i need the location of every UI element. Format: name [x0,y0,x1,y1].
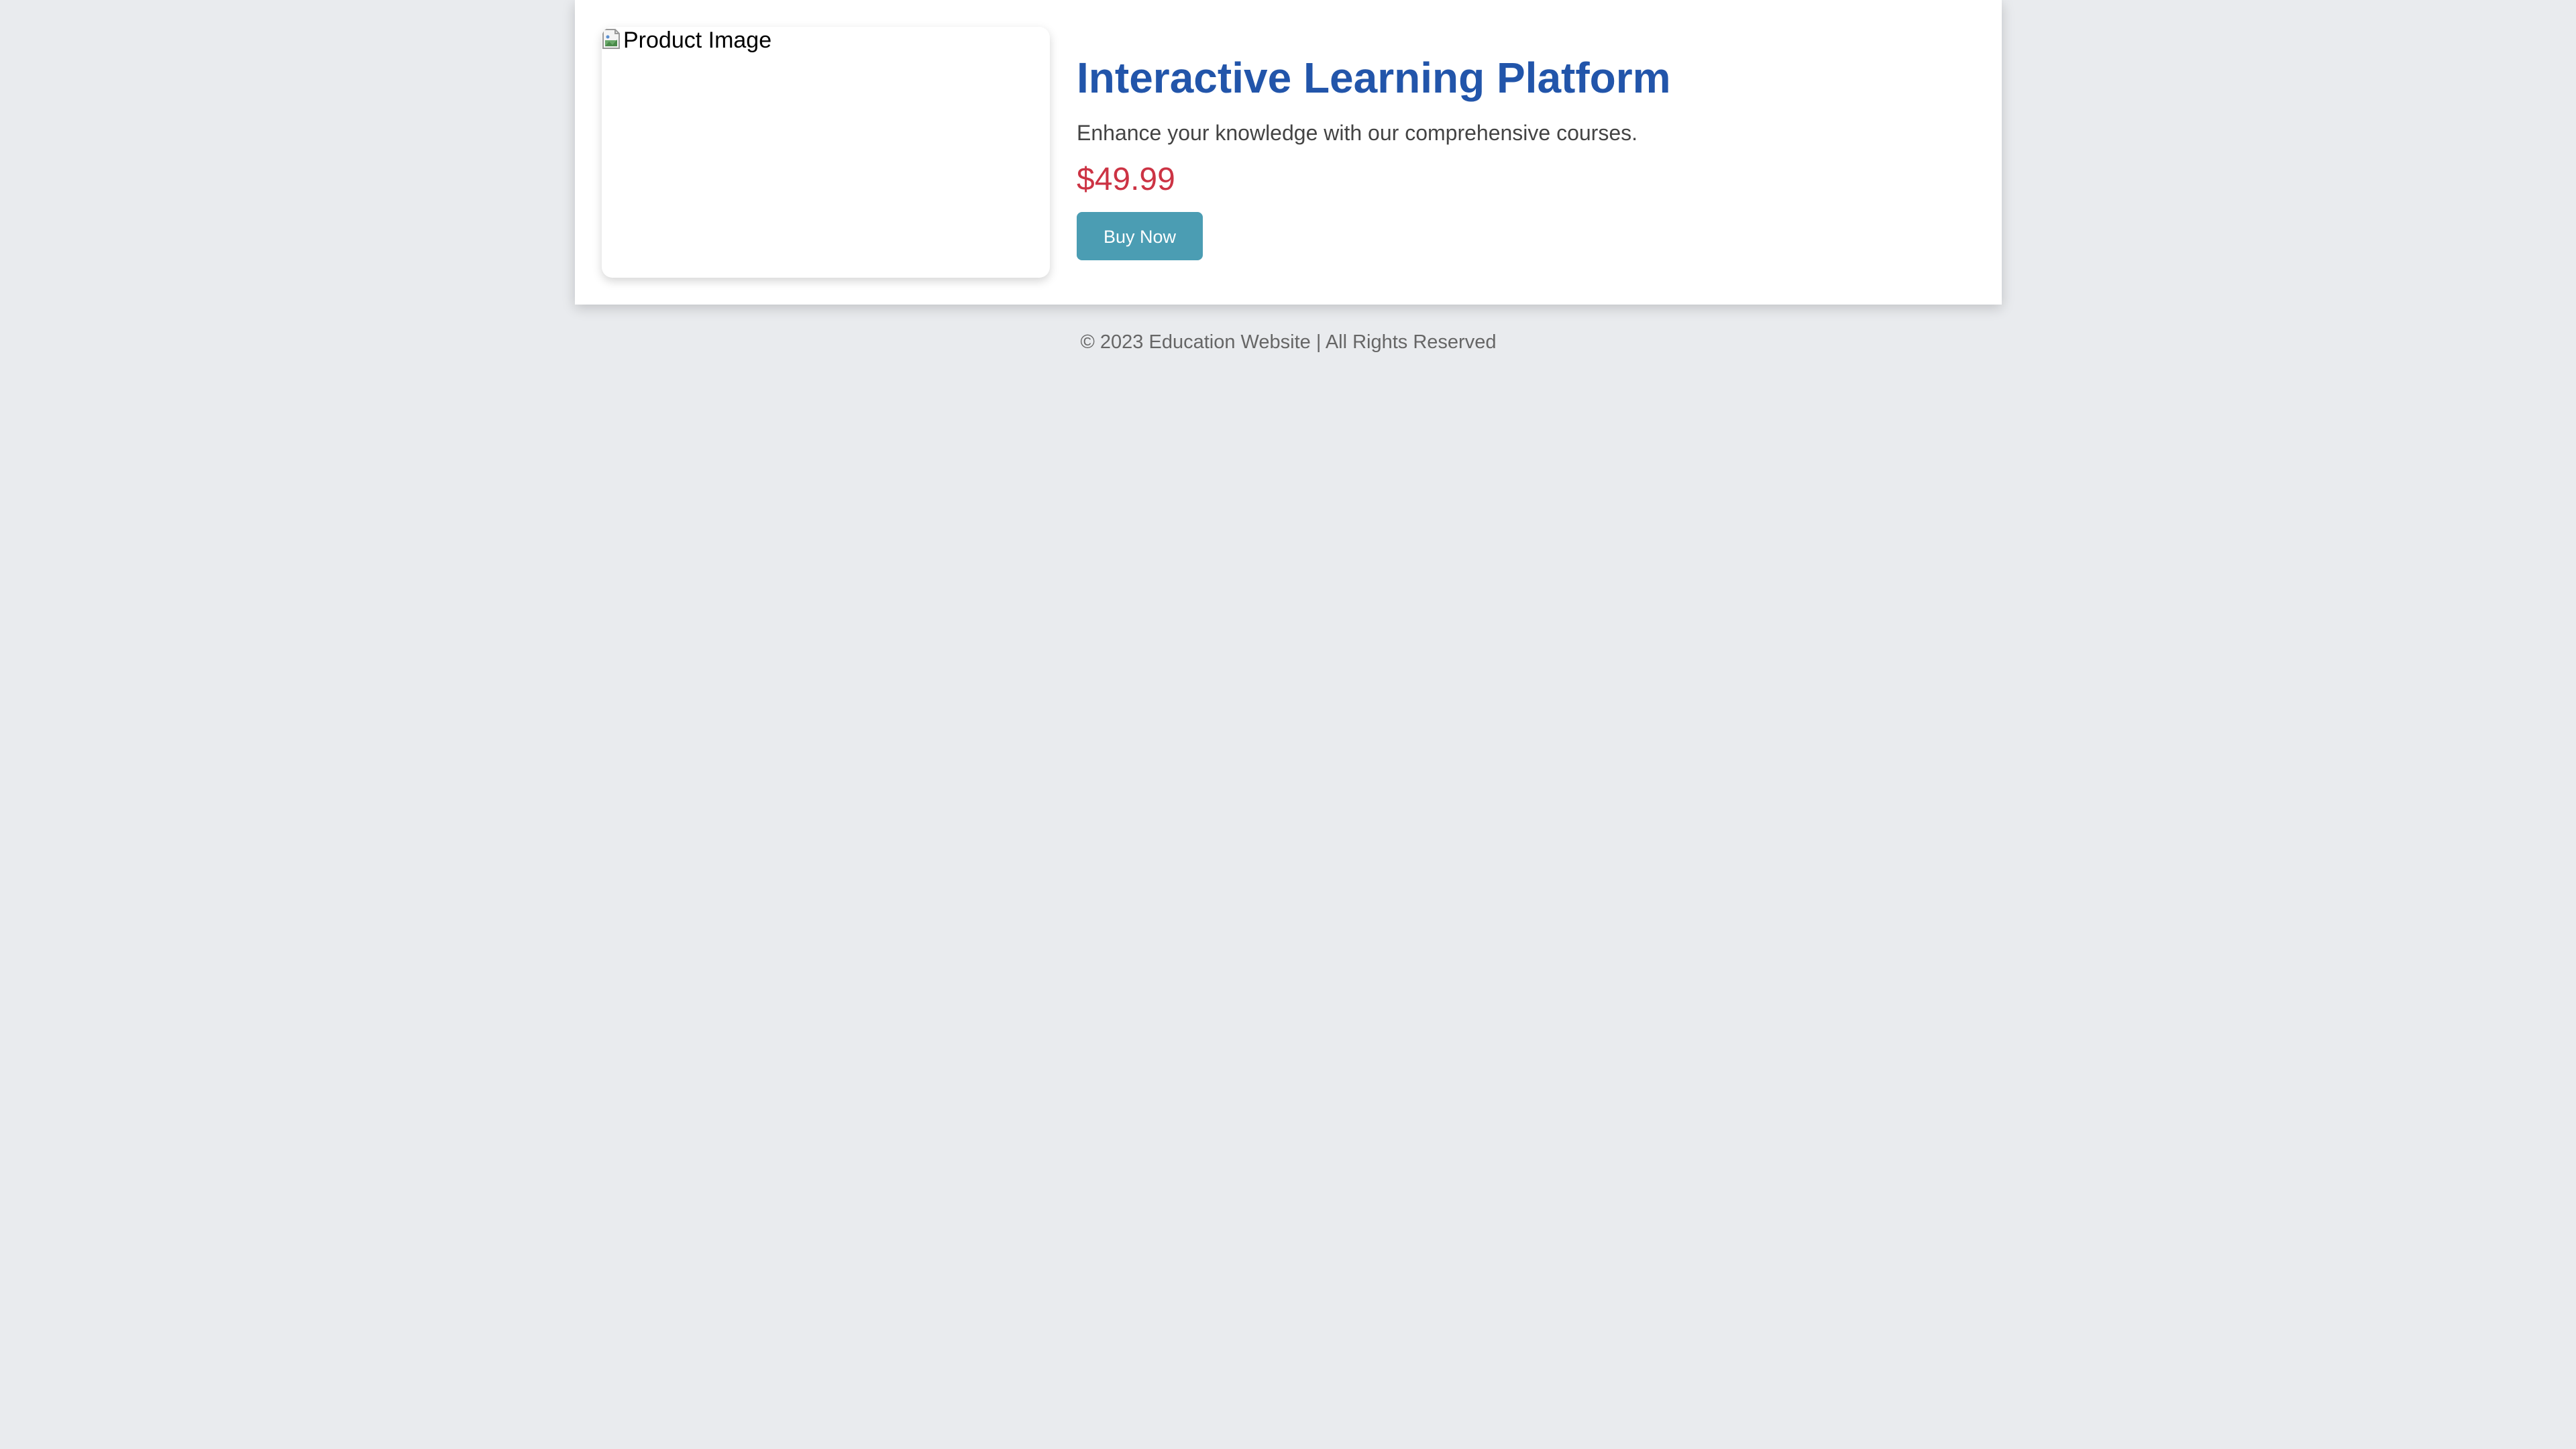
product-title: Interactive Learning Platform [1077,54,1671,102]
buy-now-button[interactable]: Buy Now [1077,212,1203,260]
product-info: Interactive Learning Platform Enhance yo… [1077,27,1976,260]
product-image-alt-text: Product Image [623,28,772,53]
product-description: Enhance your knowledge with our comprehe… [1077,121,1638,145]
footer-copyright: © 2023 Education Website | All Rights Re… [1080,331,1497,353]
product-image: Product Image [602,27,1050,278]
broken-image-icon [602,29,620,49]
product-price: $49.99 [1077,162,1175,197]
product-card: Product Image Interactive Learning Platf… [575,0,2002,305]
